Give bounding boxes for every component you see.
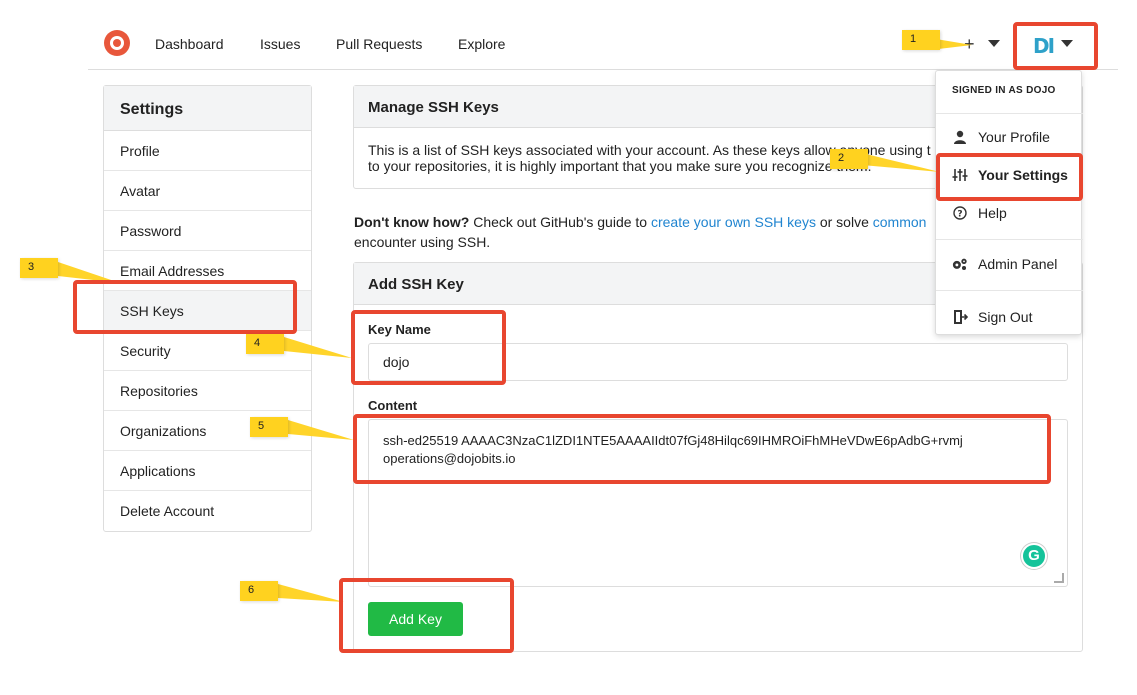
highlight-box-content xyxy=(353,414,1051,484)
annotation-badge-6: 6 xyxy=(240,581,278,601)
pointer-5 xyxy=(288,420,354,440)
highlight-box-key-name xyxy=(351,310,506,385)
annotation-badge-1: 1 xyxy=(902,30,940,50)
highlight-box-add-key xyxy=(339,578,514,653)
highlight-box-ssh-keys xyxy=(73,280,297,334)
annotation-pointers xyxy=(58,38,972,602)
annotation-badge-2: 2 xyxy=(830,149,868,169)
annotation-badge-4: 4 xyxy=(246,334,284,354)
highlight-box-your-settings xyxy=(936,153,1083,201)
pointer-2 xyxy=(862,153,940,172)
annotation-badge-3: 3 xyxy=(20,258,58,278)
pointer-6 xyxy=(278,584,344,602)
highlight-box-avatar xyxy=(1013,22,1098,70)
annotation-badge-5: 5 xyxy=(250,417,288,437)
pointer-4 xyxy=(284,337,352,358)
